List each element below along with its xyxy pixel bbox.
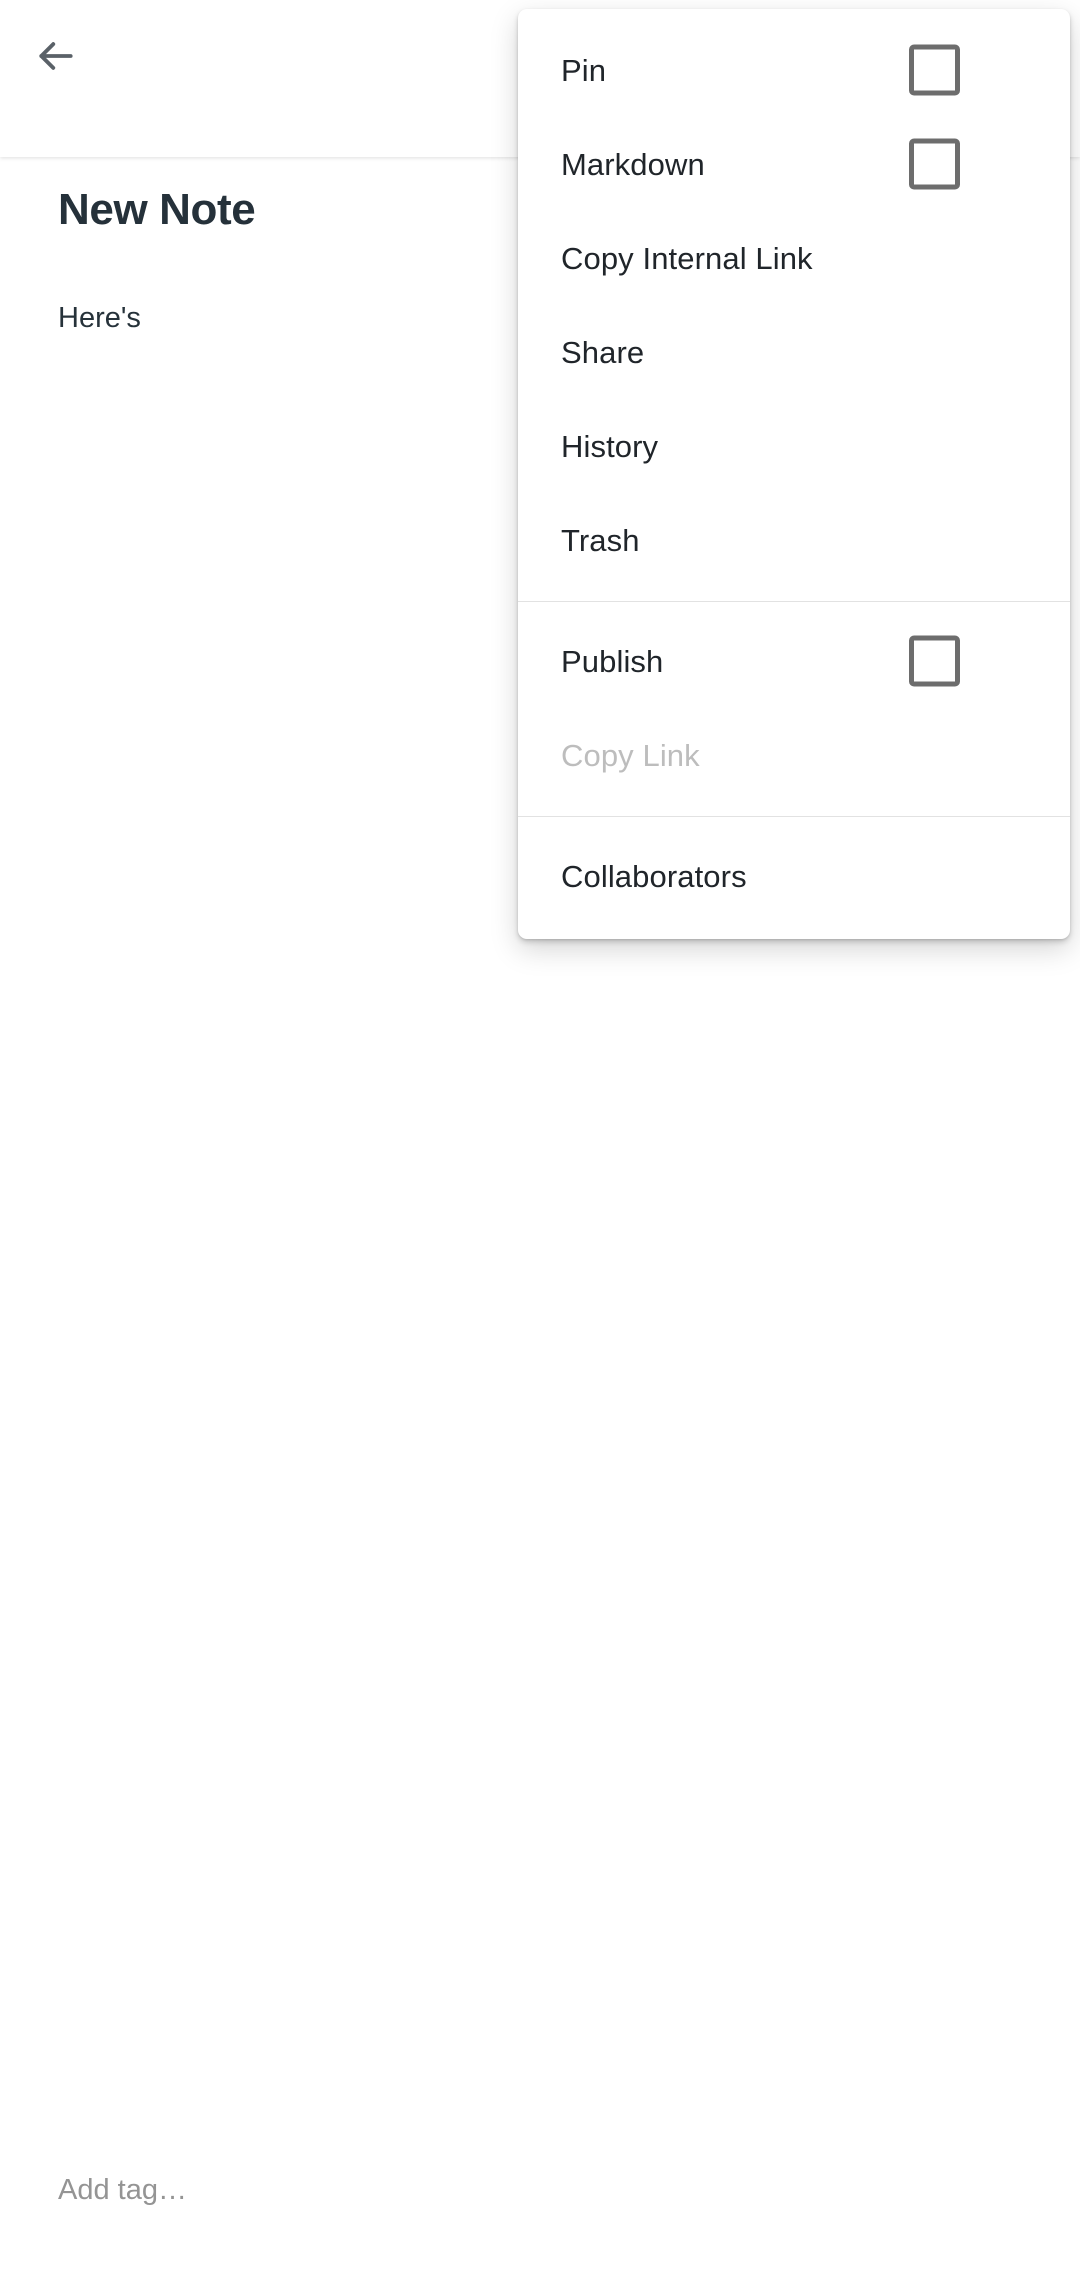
menu-item-publish[interactable]: Publish — [518, 614, 1070, 708]
note-body-text[interactable]: Here's — [58, 297, 141, 339]
menu-item-label: Markdown — [561, 146, 705, 182]
menu-item-share[interactable]: Share — [518, 305, 1070, 399]
menu-item-label: History — [561, 428, 659, 464]
menu-item-copy-internal-link[interactable]: Copy Internal Link — [518, 211, 1070, 305]
menu-item-copy-link: Copy Link — [518, 708, 1070, 802]
menu-item-collaborators[interactable]: Collaborators — [518, 829, 1070, 923]
back-button[interactable] — [12, 12, 100, 100]
menu-item-label: Copy Link — [561, 737, 700, 773]
note-editor-screen: New Note Here's Pin Markdown Copy Internal… — [0, 0, 1080, 2272]
menu-item-markdown[interactable]: Markdown — [518, 117, 1070, 211]
menu-item-pin[interactable]: Pin — [518, 23, 1070, 117]
tag-bar — [0, 2145, 1080, 2272]
add-tag-input[interactable] — [58, 2174, 578, 2207]
menu-item-label: Share — [561, 334, 645, 370]
menu-item-label: Copy Internal Link — [561, 240, 813, 276]
checkbox-pin[interactable] — [909, 44, 960, 96]
checkbox-publish[interactable] — [909, 635, 960, 687]
options-menu-panel: Pin Markdown Copy Internal Link Share Histor… — [518, 9, 1070, 939]
menu-item-label: Pin — [561, 52, 607, 88]
note-title[interactable]: New Note — [58, 185, 256, 234]
menu-group: Pin Markdown Copy Internal Link Share Histor… — [518, 23, 1070, 587]
checkbox-markdown[interactable] — [909, 138, 960, 190]
arrow-left-icon — [34, 34, 78, 78]
menu-item-trash[interactable]: Trash — [518, 493, 1070, 587]
menu-group: Publish Copy Link — [518, 601, 1070, 802]
menu-group: Collaborators — [518, 816, 1070, 923]
menu-item-history[interactable]: History — [518, 399, 1070, 493]
menu-item-label: Collaborators — [561, 858, 747, 894]
menu-item-label: Publish — [561, 643, 664, 679]
menu-item-label: Trash — [561, 522, 640, 558]
